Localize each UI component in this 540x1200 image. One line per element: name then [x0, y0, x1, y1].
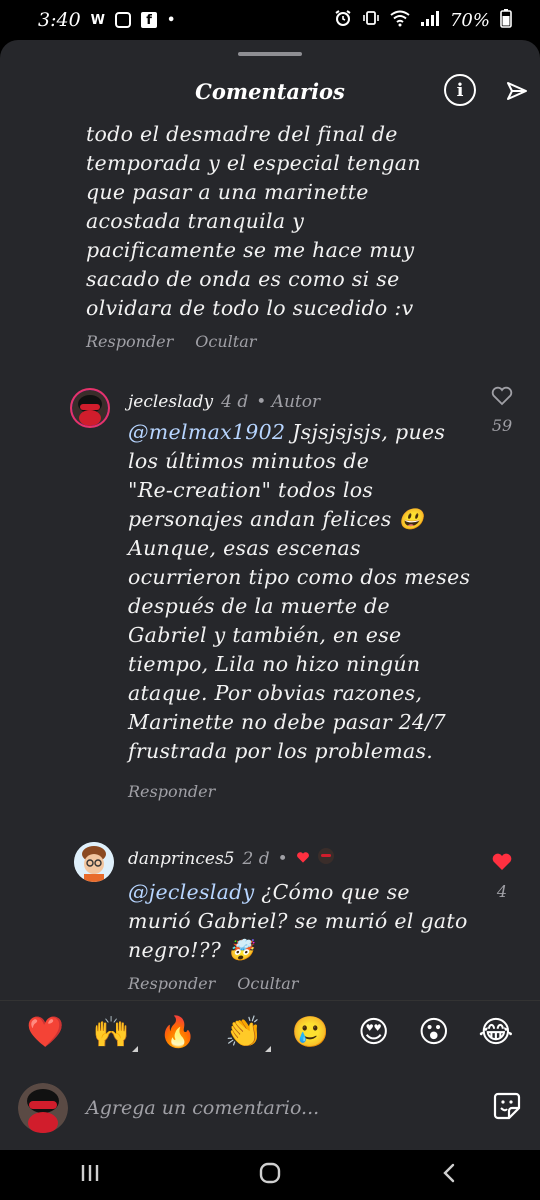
reply-button[interactable]: Responder: [128, 974, 215, 993]
like-count: 4: [496, 882, 508, 901]
my-avatar: [18, 1083, 68, 1133]
instagram-notification-icon: [115, 12, 132, 28]
reply-button[interactable]: Responder: [128, 782, 215, 801]
username-link[interactable]: danprinces5: [128, 849, 234, 869]
comment-actions: Responder Ocultar: [86, 332, 256, 351]
comment-age: 4 d: [221, 392, 249, 412]
comment-header: danprinces5 2 d •: [128, 848, 334, 869]
emoji-clapping[interactable]: 👏: [225, 1015, 271, 1052]
back-icon[interactable]: [439, 1162, 461, 1188]
recents-icon[interactable]: [79, 1162, 101, 1188]
emoji-surprised[interactable]: 😮: [418, 1015, 449, 1050]
emoji-heart[interactable]: ❤️: [26, 1015, 63, 1050]
more-notifications-dot: •: [167, 12, 176, 28]
signal-icon: [420, 9, 440, 32]
w-notification-icon: W: [90, 12, 106, 28]
comment-actions: Responder: [128, 782, 215, 801]
meta-dot: •: [277, 848, 288, 869]
battery-icon: [500, 8, 512, 33]
battery-level: 70%: [449, 9, 490, 31]
page-title: Comentarios: [195, 78, 345, 104]
like-column: 59: [490, 386, 514, 435]
username-link[interactable]: jecleslady: [128, 392, 213, 412]
vibrate-icon: [362, 9, 380, 32]
comment-text: @jecleslady ¿Cómo que se murió Gabriel? …: [128, 880, 468, 962]
status-bar: 3:40 W f • 70%: [0, 0, 540, 40]
reply-button[interactable]: Responder: [86, 332, 173, 351]
comment-input[interactable]: Agrega un comentario...: [86, 1097, 474, 1119]
status-time: 3:40: [38, 9, 81, 31]
comment-composer: Agrega un comentario...: [0, 1068, 540, 1148]
share-icon[interactable]: [502, 76, 532, 106]
heart-outline-icon[interactable]: [491, 386, 513, 410]
comment-text: todo el desmadre del final de temporada …: [86, 122, 421, 320]
like-column: 4: [490, 852, 514, 901]
avatar[interactable]: [74, 842, 114, 882]
facebook-notification-icon: f: [141, 12, 158, 28]
comment-header: jecleslady 4 d • Autor: [128, 392, 320, 412]
comment-item: jecleslady 4 d • Autor 59 @melmax1902 Js…: [0, 382, 540, 802]
alarm-icon: [334, 9, 352, 32]
comment-actions: Responder Ocultar: [128, 974, 298, 993]
emoji-tear-smile[interactable]: 🥲: [292, 1015, 329, 1050]
comment-item: danprinces5 2 d • 4 @jecleslady ¿Cómo qu…: [0, 838, 540, 1000]
emoji-raised-hands[interactable]: 🙌: [93, 1015, 139, 1052]
author-badge: • Autor: [256, 392, 321, 412]
like-count: 59: [491, 416, 513, 435]
mention-link[interactable]: @melmax1902: [128, 420, 285, 444]
emoji-laughing[interactable]: 😂: [478, 1015, 513, 1050]
heart-filled-icon[interactable]: [491, 852, 513, 876]
comment-text: @melmax1902 Jsjsjsjsjs, pues los últimos…: [128, 420, 471, 763]
emoji-reaction-bar: ❤️ 🙌 🔥 👏 🥲 😍 😮 😂: [0, 1000, 540, 1064]
system-nav-bar: [0, 1150, 540, 1200]
home-icon[interactable]: [258, 1161, 282, 1189]
drag-handle[interactable]: [238, 52, 302, 56]
emoji-heart-eyes[interactable]: 😍: [358, 1015, 389, 1050]
comments-list: ' ' todo el desmadre del final de tempor…: [0, 120, 540, 1000]
avatar[interactable]: [70, 388, 110, 428]
author-mini-avatar: [317, 848, 334, 869]
hide-button[interactable]: Ocultar: [237, 974, 298, 993]
liked-by-author-heart-icon: [296, 849, 310, 869]
wifi-icon: [390, 9, 410, 32]
emoji-fire[interactable]: 🔥: [159, 1015, 196, 1050]
hide-button[interactable]: Ocultar: [195, 332, 256, 351]
comment-item: ' ' todo el desmadre del final de tempor…: [0, 120, 540, 360]
comment-like-partial: ' ': [495, 120, 509, 130]
comment-age: 2 d: [242, 848, 270, 869]
comments-sheet: Comentarios i ' ' todo el desmadre del f…: [0, 40, 540, 1150]
sticker-icon[interactable]: [492, 1091, 522, 1125]
info-icon[interactable]: i: [444, 74, 476, 106]
mention-link[interactable]: @jecleslady: [128, 880, 254, 904]
sheet-header: Comentarios i: [0, 68, 540, 114]
